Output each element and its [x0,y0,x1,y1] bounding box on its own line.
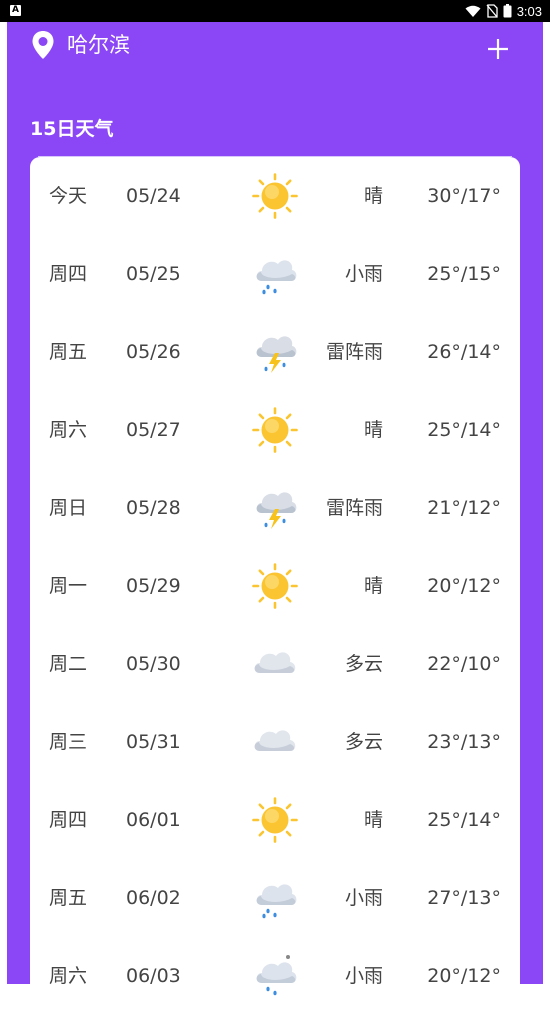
no-sim-icon [486,4,498,18]
date: 05/30 [126,653,181,675]
date: 06/02 [126,887,181,909]
temperature-range: 22°/10° [427,653,501,675]
condition: 小雨 [344,887,383,909]
condition: 晴 [363,809,383,831]
city-name[interactable]: 哈尔滨 [67,30,130,60]
date: 05/28 [126,497,181,519]
condition: 多云 [344,731,383,753]
forecast-row[interactable]: 周六 06/03 小雨 20°/12° [30,937,520,1015]
date: 05/24 [126,185,181,207]
forecast-row[interactable]: 周一 05/29 晴 20°/12° [30,547,520,625]
weekday: 今天 [49,185,88,207]
section-title: 15日天气 [30,118,114,140]
light-rain-icon [256,260,297,295]
temperature-range: 25°/14° [427,809,501,831]
date: 05/26 [126,341,181,363]
condition: 雷阵雨 [325,497,383,519]
clock: 3:03 [516,3,542,19]
weekday: 周五 [49,341,88,363]
cloudy-icon [254,652,296,673]
weekday: 周六 [49,419,88,441]
forecast-row[interactable]: 今天 05/24 晴 30°/17° [30,157,520,235]
sun-icon [252,797,298,843]
weekday: 周三 [49,731,88,753]
battery-icon [503,4,512,18]
date: 05/29 [126,575,181,597]
temperature-range: 21°/12° [427,497,501,519]
temperature-range: 20°/12° [427,575,501,597]
date: 06/03 [126,965,181,987]
forecast-row[interactable]: 周六 05/27 晴 25°/14° [30,391,520,469]
sun-icon [252,563,298,609]
cloudy-icon [254,730,296,751]
weekday: 周六 [49,965,88,987]
temperature-range: 26°/14° [427,341,501,363]
temperature-range: 23°/13° [427,731,501,753]
forecast-row[interactable]: 周日 05/28 雷阵雨 21°/12° [30,469,520,547]
light-rain-icon [256,955,297,996]
weekday: 周四 [49,263,88,285]
weekday: 周五 [49,887,88,909]
forecast-row[interactable]: 周五 06/02 小雨 27°/13° [30,859,520,937]
condition: 雷阵雨 [325,341,383,363]
sun-icon [252,173,298,219]
weekday: 周二 [49,653,88,675]
temperature-range: 27°/13° [427,887,501,909]
weekday: 周日 [49,497,88,519]
thunderstorm-icon [256,492,297,529]
date: 05/31 [126,731,181,753]
status-bar: A 3:03 [0,0,550,22]
temperature-range: 30°/17° [427,185,501,207]
condition: 多云 [344,653,383,675]
condition: 晴 [363,185,383,207]
condition: 晴 [363,419,383,441]
light-rain-icon [256,884,297,919]
forecast-list: 今天 05/24 晴 30°/17° 周四 05/25 小雨 25°/15° 周… [30,157,520,997]
add-city-button[interactable] [485,36,511,62]
temperature-range: 20°/12° [427,965,501,987]
temperature-range: 25°/15° [427,263,501,285]
app-notification-icon: A [10,5,21,16]
forecast-row[interactable]: 周四 06/01 晴 25°/14° [30,781,520,859]
condition: 小雨 [344,263,383,285]
temperature-range: 25°/14° [427,419,501,441]
condition: 晴 [363,575,383,597]
date: 05/25 [126,263,181,285]
weekday: 周四 [49,809,88,831]
forecast-row[interactable]: 周二 05/30 多云 22°/10° [30,625,520,703]
date: 06/01 [126,809,181,831]
forecast-row[interactable]: 周五 05/26 雷阵雨 26°/14° [30,313,520,391]
condition: 小雨 [344,965,383,987]
sun-icon [252,407,298,453]
date: 05/27 [126,419,181,441]
thunderstorm-icon [256,336,297,373]
weekday: 周一 [49,575,88,597]
wifi-icon [465,5,481,17]
location-pin-icon[interactable] [31,30,55,60]
forecast-row[interactable]: 周三 05/31 多云 23°/13° [30,703,520,781]
forecast-row[interactable]: 周四 05/25 小雨 25°/15° [30,235,520,313]
